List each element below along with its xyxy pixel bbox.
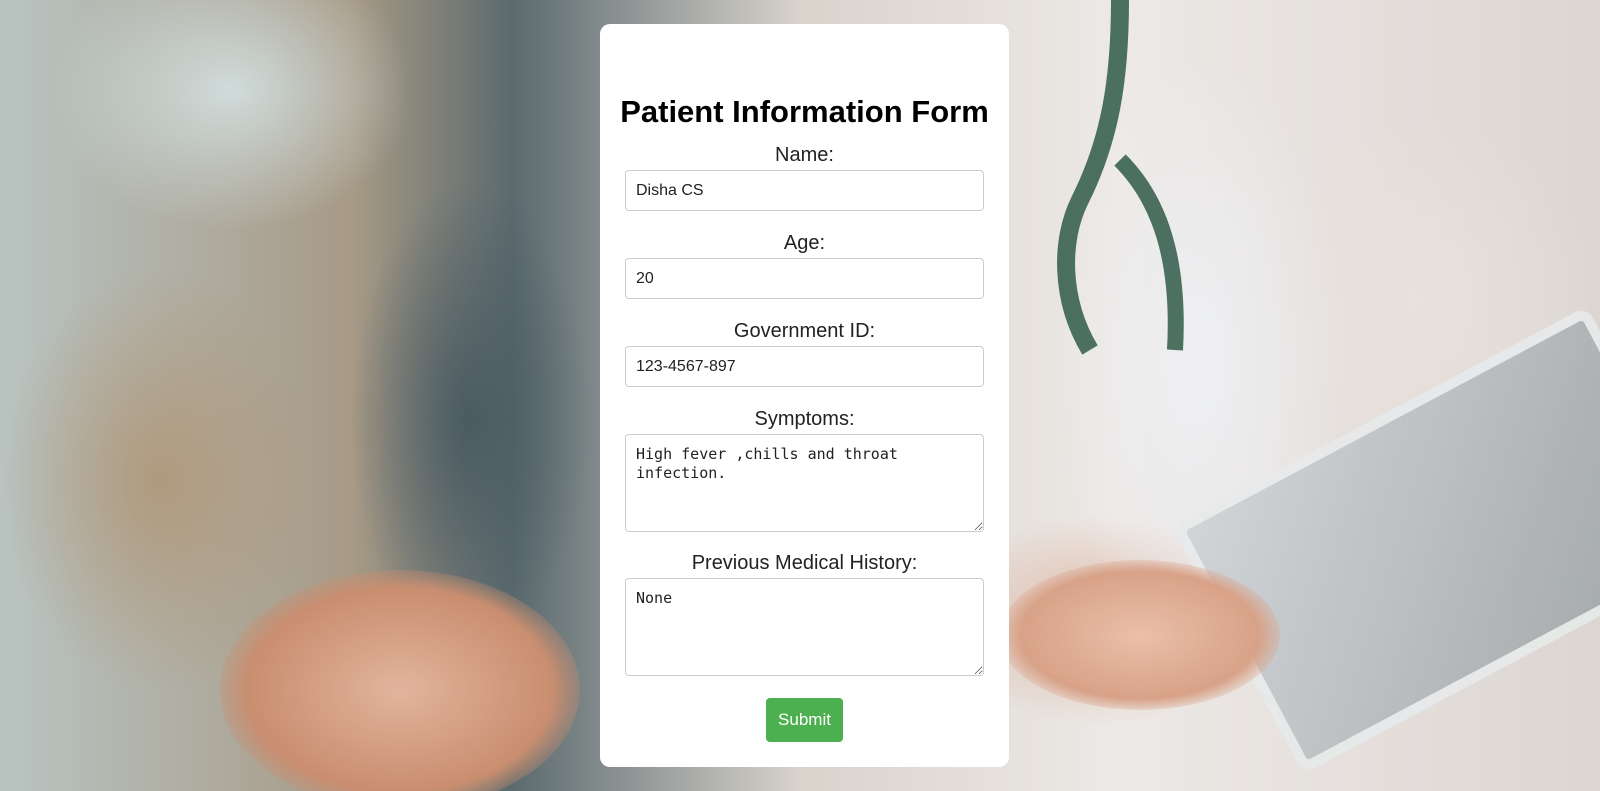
medical-history-label: Previous Medical History: [691,552,918,574]
patient-form-card: Patient Information Form Name: Age: Gove… [600,24,1009,767]
hand-graphic-right [1000,560,1280,710]
age-input[interactable] [625,258,984,299]
government-id-input[interactable] [625,346,984,387]
tablet-graphic [1171,306,1600,774]
name-input[interactable] [625,170,984,211]
age-label: Age: [783,232,826,254]
government-id-label: Government ID: [733,320,876,342]
stethoscope-graphic [1057,0,1184,355]
hands-graphic-left [220,570,580,791]
submit-button[interactable]: Submit [766,698,843,742]
symptoms-textarea[interactable]: High fever ,chills and throat infection. [625,434,984,532]
symptoms-label: Symptoms: [754,408,855,430]
medical-history-textarea[interactable]: None [625,578,984,676]
form-title: Patient Information Form [620,94,989,129]
name-label: Name: [775,144,834,166]
